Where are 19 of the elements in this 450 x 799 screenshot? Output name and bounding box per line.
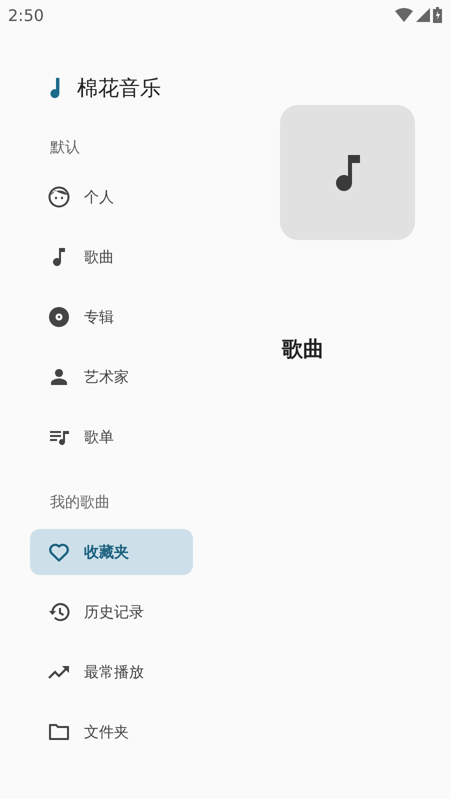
face-icon bbox=[47, 185, 71, 209]
status-time: 2:50 bbox=[8, 6, 44, 24]
drawer-item[interactable]: 历史记录 bbox=[30, 589, 193, 635]
drawer-item[interactable]: 个人 bbox=[30, 174, 193, 220]
drawer-item[interactable]: 专辑 bbox=[30, 294, 193, 340]
drawer-item[interactable]: 歌单 bbox=[30, 414, 193, 460]
section-header: 我的歌曲 bbox=[50, 493, 110, 511]
app-title: 棉花音乐 bbox=[77, 75, 161, 102]
battery-icon bbox=[433, 7, 442, 23]
drawer-item[interactable]: 最常播放 bbox=[30, 649, 193, 695]
history-icon bbox=[47, 600, 71, 624]
wifi-icon bbox=[395, 8, 413, 22]
drawer-item[interactable]: 文件夹 bbox=[30, 709, 193, 755]
signal-icon bbox=[416, 8, 430, 22]
page-title: 歌曲 bbox=[280, 336, 325, 363]
drawer-item[interactable]: 歌曲 bbox=[30, 234, 193, 280]
drawer-item[interactable]: 收藏夹 bbox=[30, 529, 193, 575]
section-header: 默认 bbox=[50, 138, 80, 156]
drawer-item[interactable]: 艺术家 bbox=[30, 354, 193, 400]
